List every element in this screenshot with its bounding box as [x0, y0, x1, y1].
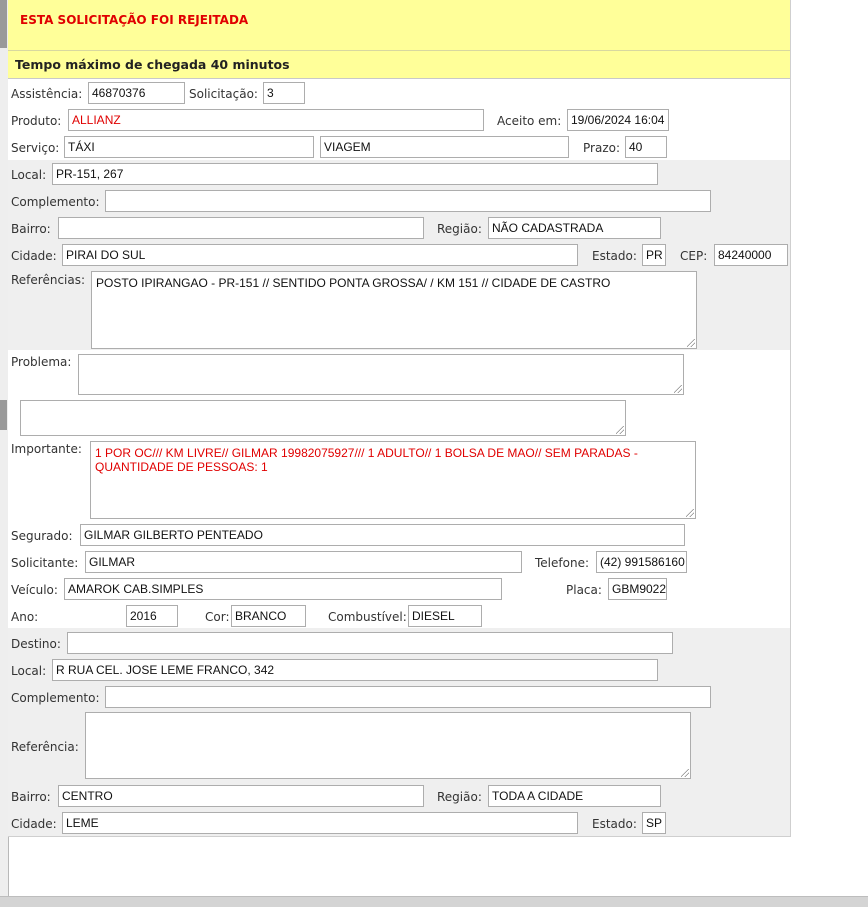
importante-textarea[interactable]: 1 POR OC/// KM LIVRE// GILMAR 1998207592…	[90, 441, 696, 519]
local-label: Local:	[11, 168, 47, 182]
servico-type-field[interactable]: VIAGEM	[320, 136, 569, 158]
combustivel-label: Combustível:	[328, 610, 407, 624]
strip-scroll-mark	[0, 400, 7, 430]
solicitacao-field[interactable]: 3	[263, 82, 305, 104]
arrival-time-text: Tempo máximo de chegada 40 minutos	[15, 57, 290, 72]
assistencia-label: Assistência:	[11, 87, 83, 101]
cep-field[interactable]: 84240000	[714, 244, 788, 266]
cidade-field[interactable]: PIRAI DO SUL	[62, 244, 578, 266]
importante-text: 1 POR OC/// KM LIVRE// GILMAR 1998207592…	[95, 446, 638, 474]
importante-label: Importante:	[11, 442, 82, 456]
destino-referencia-label: Referência:	[11, 740, 79, 754]
produto-field[interactable]: ALLIANZ	[68, 109, 484, 131]
problema-textarea[interactable]	[78, 354, 684, 395]
ano-field[interactable]: 2016	[126, 605, 178, 627]
estado-label: Estado:	[592, 249, 637, 263]
segurado-field[interactable]: GILMAR GILBERTO PENTEADO	[80, 524, 685, 546]
destino-bairro-field[interactable]: CENTRO	[58, 785, 424, 807]
servico-field[interactable]: TÁXI	[64, 136, 314, 158]
placa-field[interactable]: GBM9022	[608, 578, 667, 600]
problema-extra-textarea[interactable]	[20, 400, 626, 436]
aceito-em-label: Aceito em:	[497, 114, 562, 128]
referencias-textarea[interactable]: POSTO IPIRANGAO - PR-151 // SENTIDO PONT…	[91, 271, 697, 349]
destino-label: Destino:	[11, 637, 61, 651]
cidade-label: Cidade:	[11, 249, 57, 263]
bairro-label: Bairro:	[11, 222, 51, 236]
arrival-time-banner: Tempo máximo de chegada 40 minutos	[8, 51, 790, 79]
ano-label: Ano:	[11, 610, 39, 624]
destino-local-field[interactable]: R RUA CEL. JOSE LEME FRANCO, 342	[52, 659, 658, 681]
destino-field[interactable]	[67, 632, 673, 654]
produto-label: Produto:	[11, 114, 62, 128]
destino-regiao-field[interactable]: TODA A CIDADE	[488, 785, 661, 807]
telefone-label: Telefone:	[535, 556, 589, 570]
aceito-em-field[interactable]: 19/06/2024 16:04	[567, 109, 669, 131]
segurado-label: Segurado:	[11, 529, 73, 543]
alert-text: ESTA SOLICITAÇÃO FOI REJEITADA	[20, 13, 249, 27]
complemento-field[interactable]	[105, 190, 711, 212]
telefone-field[interactable]: (42) 991586160	[596, 551, 687, 573]
resize-grip-icon[interactable]	[681, 769, 689, 777]
request-panel: ESTA SOLICITAÇÃO FOI REJEITADA Tempo máx…	[8, 0, 791, 837]
destino-cidade-label: Cidade:	[11, 817, 57, 831]
placa-label: Placa:	[566, 583, 602, 597]
cor-label: Cor:	[205, 610, 230, 624]
prazo-field[interactable]: 40	[625, 136, 667, 158]
veiculo-label: Veículo:	[11, 583, 58, 597]
regiao-field[interactable]: NÃO CADASTRADA	[488, 217, 661, 239]
assistencia-field[interactable]: 46870376	[88, 82, 185, 104]
referencias-label: Referências:	[11, 273, 86, 287]
resize-grip-icon[interactable]	[616, 426, 624, 434]
bairro-field[interactable]	[58, 217, 424, 239]
referencias-text: POSTO IPIRANGAO - PR-151 // SENTIDO PONT…	[96, 276, 611, 290]
regiao-label: Região:	[437, 222, 482, 236]
destino-estado-field[interactable]: SP	[642, 812, 666, 834]
local-field[interactable]: PR-151, 267	[52, 163, 658, 185]
solicitacao-label: Solicitação:	[189, 87, 258, 101]
destino-bairro-label: Bairro:	[11, 790, 51, 804]
prazo-label: Prazo:	[583, 141, 620, 155]
cep-label: CEP:	[680, 249, 708, 263]
resize-grip-icon[interactable]	[674, 385, 682, 393]
solicitante-label: Solicitante:	[11, 556, 79, 570]
resize-grip-icon[interactable]	[687, 339, 695, 347]
servico-label: Serviço:	[11, 141, 60, 155]
destino-estado-label: Estado:	[592, 817, 637, 831]
solicitante-field[interactable]: GILMAR	[85, 551, 522, 573]
problema-label: Problema:	[11, 355, 72, 369]
strip-scroll-mark	[0, 0, 7, 48]
resize-grip-icon[interactable]	[686, 509, 694, 517]
destino-complemento-label: Complemento:	[11, 691, 100, 705]
rejected-alert: ESTA SOLICITAÇÃO FOI REJEITADA	[8, 0, 790, 51]
destino-regiao-label: Região:	[437, 790, 482, 804]
horizontal-scrollbar[interactable]	[0, 896, 868, 907]
complemento-label: Complemento:	[11, 195, 100, 209]
destino-complemento-field[interactable]	[105, 686, 711, 708]
cor-field[interactable]: BRANCO	[231, 605, 306, 627]
destino-referencia-textarea[interactable]	[85, 712, 691, 779]
combustivel-field[interactable]: DIESEL	[408, 605, 482, 627]
estado-field[interactable]: PR	[642, 244, 666, 266]
destino-local-label: Local:	[11, 664, 47, 678]
veiculo-field[interactable]: AMAROK CAB.SIMPLES	[64, 578, 502, 600]
destino-cidade-field[interactable]: LEME	[62, 812, 578, 834]
